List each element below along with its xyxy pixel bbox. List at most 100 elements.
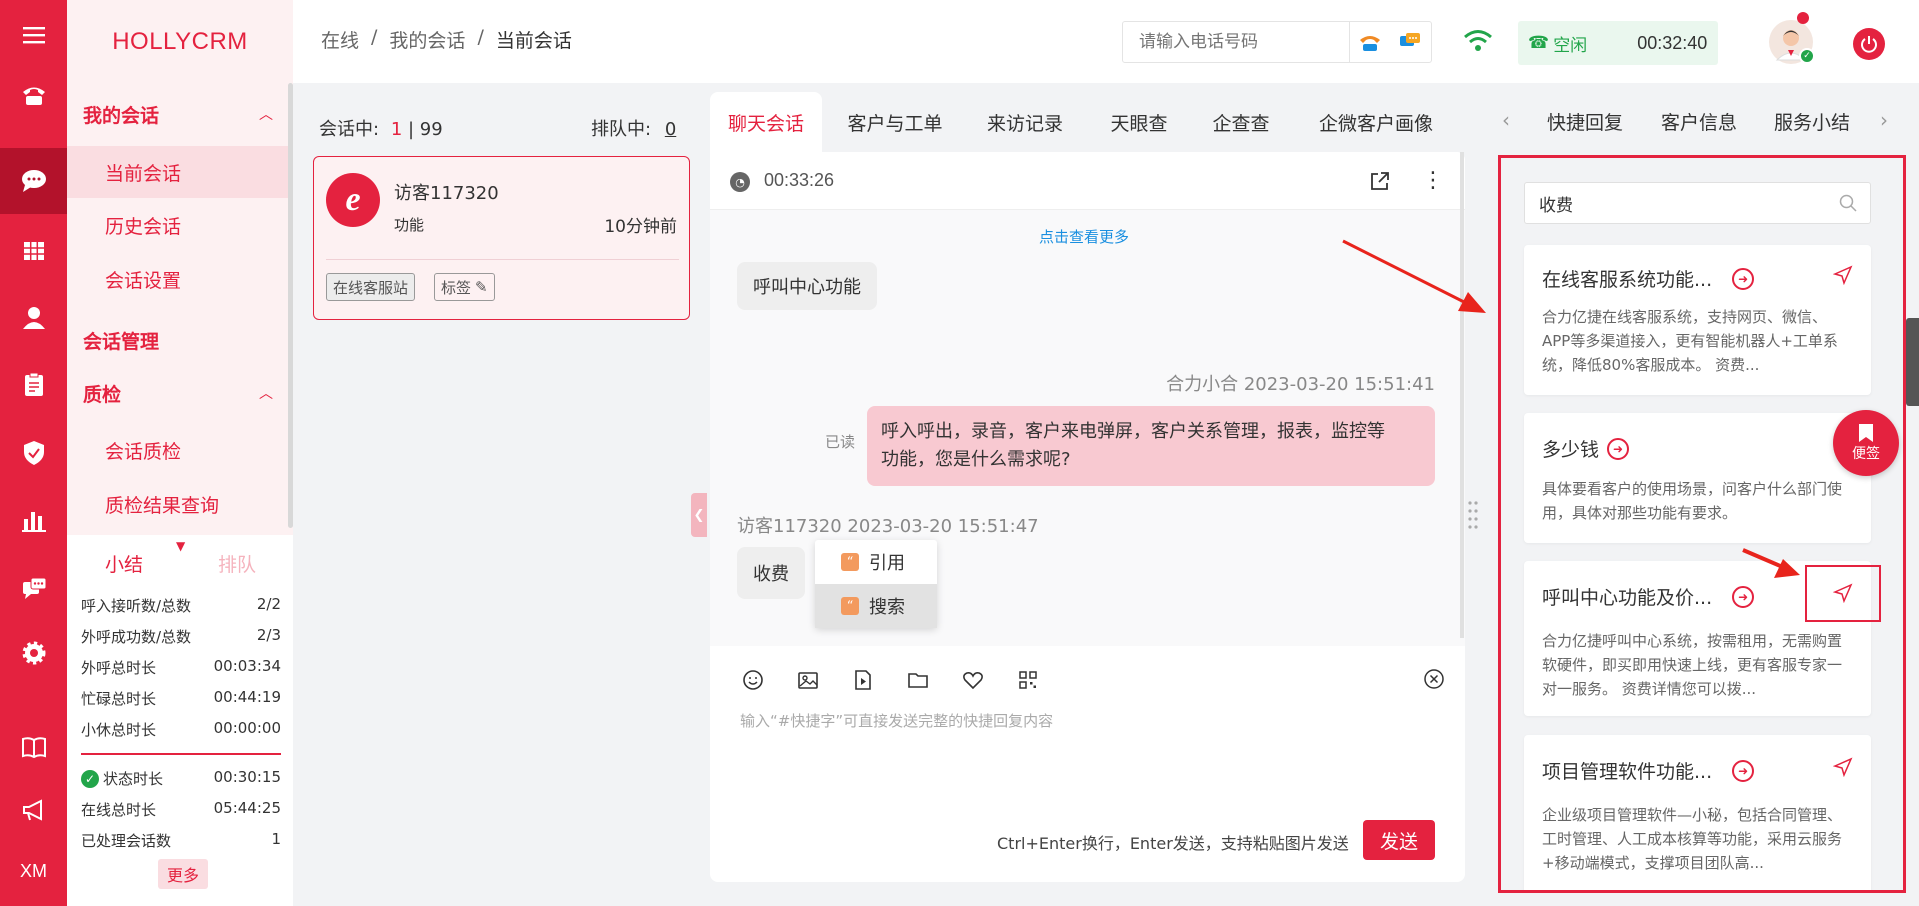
breadcrumb: 在线 / 我的会话 / 当前会话 bbox=[321, 26, 572, 53]
nav-group-my-sessions[interactable]: 我的会话 ︿ bbox=[83, 94, 283, 134]
bookmark-icon bbox=[1859, 424, 1873, 442]
nav-group-quality[interactable]: 质检 ︿ bbox=[83, 373, 283, 413]
breadcrumb-item[interactable]: 在线 bbox=[321, 26, 359, 53]
tab-tianyancha[interactable]: 天眼查 bbox=[1094, 92, 1184, 152]
load-more-link[interactable]: 点击查看更多 bbox=[1039, 226, 1129, 247]
tab-customer-ticket[interactable]: 客户与工单 bbox=[834, 92, 956, 152]
message-input[interactable]: 输入“#快捷字”可直接发送完整的快捷回复内容 bbox=[740, 710, 1053, 731]
menu-icon[interactable] bbox=[0, 2, 67, 68]
search-value: 收费 bbox=[1539, 195, 1573, 216]
nav-group-session-management[interactable]: 会话管理 bbox=[83, 320, 283, 360]
stat-row: 在线总时长 05:44:25 bbox=[81, 799, 281, 819]
chevron-left-icon[interactable]: ‹ bbox=[1502, 108, 1510, 132]
user-icon[interactable] bbox=[0, 285, 67, 351]
qr-code-icon[interactable] bbox=[1013, 665, 1043, 695]
nav-item-session-qc[interactable]: 会话质检 bbox=[67, 424, 289, 476]
tab-customer-info[interactable]: 客户信息 bbox=[1661, 108, 1737, 135]
quick-reply-card[interactable]: 项目管理软件功能... ➜ 企业级项目管理软件—小秘，包括合同管理、工时管理、人工… bbox=[1524, 735, 1871, 890]
close-circle-icon[interactable] bbox=[1423, 668, 1445, 694]
chevron-up-icon: ︿ bbox=[259, 386, 273, 402]
session-card[interactable]: e 访客117320 功能 10分钟前 在线客服站 标签 ✎ bbox=[313, 156, 690, 320]
message-bubble-agent: 呼入呼出，录音，客户来电弹屏，客户关系管理，报表，监控等 功能，您是什么需求呢? bbox=[867, 406, 1435, 486]
avatar[interactable]: ✓ bbox=[1769, 12, 1815, 64]
nav-item-history-session[interactable]: 历史会话 bbox=[67, 199, 289, 251]
last-message: 功能 bbox=[394, 216, 425, 234]
video-icon[interactable] bbox=[848, 665, 878, 695]
top-header: 在线 / 我的会话 / 当前会话 ☎ 空闲 00:32:40 ✓ bbox=[293, 0, 1919, 83]
tab-wecom-profile[interactable]: 企微客户画像 bbox=[1300, 92, 1452, 152]
quick-reply-card[interactable]: 多少钱 ➜ 具体要看客户的使用场景，问客户什么部门使用，具体对那些功能有要求。 bbox=[1524, 413, 1871, 543]
edit-tag-button[interactable]: 标签 ✎ bbox=[434, 273, 495, 301]
quick-reply-search[interactable]: 收费 bbox=[1524, 182, 1871, 224]
grid-icon[interactable] bbox=[0, 218, 67, 284]
nav-group-label: 我的会话 bbox=[83, 104, 160, 127]
quick-reply-card[interactable]: 在线客服系统功能... ➜ 合力亿捷在线客服系统，支持网页、微信、APP等多渠道接… bbox=[1524, 245, 1871, 395]
stat-row: 外呼成功数/总数 2/3 bbox=[81, 626, 281, 646]
folder-icon[interactable] bbox=[903, 665, 933, 695]
clipboard-icon[interactable] bbox=[0, 352, 67, 418]
browser-icon: e bbox=[326, 173, 380, 227]
menu-item-search[interactable]: “ 搜索 bbox=[815, 584, 937, 628]
nav-item-session-settings[interactable]: 会话设置 bbox=[67, 253, 289, 305]
check-circle-icon: ✓ bbox=[81, 769, 99, 788]
breadcrumb-item[interactable]: 我的会话 bbox=[389, 26, 465, 53]
pencil-icon: ✎ bbox=[475, 278, 488, 296]
tab-visit-record[interactable]: 来访记录 bbox=[972, 92, 1078, 152]
shield-icon[interactable] bbox=[0, 420, 67, 486]
app-logo: HOLLYCRM bbox=[112, 27, 248, 55]
edge-widget[interactable] bbox=[1906, 318, 1919, 406]
stat-row: ✓ 状态时长 00:30:15 bbox=[81, 768, 281, 789]
sticky-note-button[interactable]: 便签 bbox=[1833, 410, 1899, 476]
drag-handle-icon[interactable] bbox=[1466, 493, 1480, 537]
arrow-right-icon[interactable]: ➜ bbox=[1732, 585, 1755, 608]
agent-status[interactable]: ☎ 空闲 00:32:40 bbox=[1518, 21, 1718, 65]
bar-chart-icon[interactable] bbox=[0, 487, 67, 553]
dial-icon[interactable] bbox=[1350, 22, 1390, 62]
tab-queue[interactable]: 排队 bbox=[218, 550, 256, 577]
caret-down-icon[interactable]: ▼ bbox=[176, 539, 185, 553]
message-meta: 合力小合 2023-03-20 15:51:41 bbox=[1166, 374, 1435, 395]
stat-row: 小休总时长 00:00:00 bbox=[81, 719, 281, 739]
arrow-right-icon[interactable]: ➜ bbox=[1607, 437, 1630, 460]
more-options-icon[interactable]: ⋮ bbox=[1422, 168, 1444, 194]
image-icon[interactable] bbox=[793, 665, 823, 695]
nav-item-qc-results[interactable]: 质检结果查询 bbox=[67, 478, 289, 530]
tab-summary[interactable]: 小结 bbox=[105, 550, 143, 577]
tab-qichacha[interactable]: 企查查 bbox=[1198, 92, 1284, 152]
message-icon[interactable] bbox=[1390, 22, 1430, 62]
status-timer: 00:32:40 bbox=[1637, 32, 1708, 53]
chevron-right-icon[interactable]: › bbox=[1880, 108, 1888, 132]
search-icon[interactable] bbox=[1838, 193, 1858, 218]
send-icon[interactable] bbox=[1832, 265, 1853, 289]
queue-count: 排队中: 0 bbox=[591, 119, 677, 140]
active-session-count: 会话中: 1 | 99 bbox=[319, 119, 443, 140]
tab-service-summary[interactable]: 服务小结 bbox=[1774, 108, 1850, 135]
messages-icon[interactable] bbox=[0, 556, 67, 622]
phone-input[interactable] bbox=[1139, 32, 1349, 52]
more-button[interactable]: 更多 bbox=[158, 859, 208, 889]
tab-quick-reply[interactable]: 快捷回复 bbox=[1547, 108, 1623, 135]
chat-icon[interactable] bbox=[0, 148, 67, 214]
collapse-handle[interactable]: ❮ bbox=[691, 493, 707, 537]
chat-topbar: ◔ 00:33:26 ⋮ bbox=[710, 152, 1465, 210]
tab-chat[interactable]: 聊天会话 bbox=[710, 92, 822, 152]
book-icon[interactable] bbox=[0, 714, 67, 780]
notification-dot bbox=[1797, 12, 1809, 24]
arrow-right-icon[interactable]: ➜ bbox=[1732, 759, 1755, 782]
emoji-icon[interactable] bbox=[738, 665, 768, 695]
send-icon[interactable] bbox=[1832, 757, 1853, 781]
arrow-right-icon[interactable]: ➜ bbox=[1732, 267, 1755, 290]
menu-item-quote[interactable]: “ 引用 bbox=[815, 540, 937, 584]
gear-icon[interactable] bbox=[0, 620, 67, 686]
breadcrumb-current: 当前会话 bbox=[495, 30, 572, 52]
heart-icon[interactable] bbox=[958, 665, 988, 695]
power-icon[interactable] bbox=[1853, 28, 1885, 60]
share-icon[interactable] bbox=[1368, 169, 1392, 197]
send-button[interactable]: 发送 bbox=[1363, 820, 1435, 860]
chat-scrollbar[interactable] bbox=[1460, 152, 1464, 638]
phone-icon[interactable] bbox=[0, 62, 67, 128]
user-initials[interactable]: XM bbox=[0, 838, 67, 904]
megaphone-icon[interactable] bbox=[0, 777, 67, 843]
nav-item-current-session[interactable]: 当前会话 bbox=[67, 146, 289, 198]
chevron-up-icon: ︿ bbox=[259, 107, 273, 123]
